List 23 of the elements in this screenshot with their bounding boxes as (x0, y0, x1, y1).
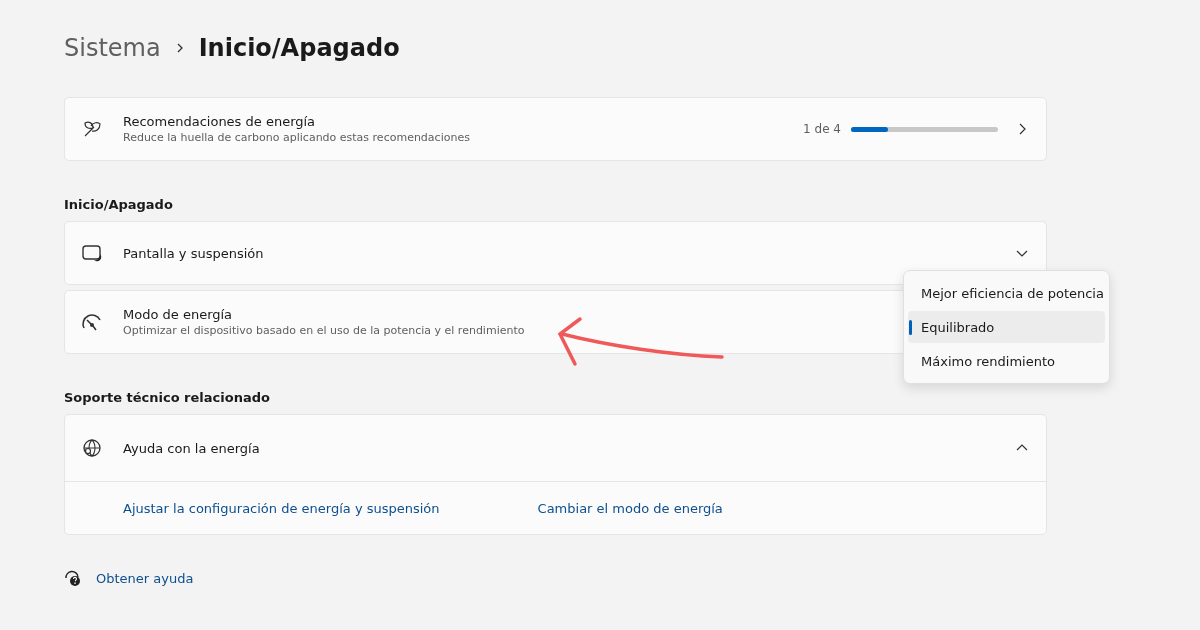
recommendations-card[interactable]: Recomendaciones de energía Reduce la huella de carbono aplicando estas recomendaciones 1 de 4 (64, 97, 1047, 161)
section-heading: Inicio/Apagado (64, 197, 174, 212)
gauge-icon (81, 311, 103, 333)
card-title: Recomendaciones de energía (123, 114, 316, 129)
globe-search-icon (81, 437, 103, 459)
card-title: Pantalla y suspensión (123, 245, 264, 261)
menu-option[interactable]: Equilibrado (908, 311, 1105, 343)
get-help-link[interactable]: Obtener ayuda (96, 570, 194, 586)
help-header[interactable]: Ayuda con la energía (65, 415, 1046, 481)
section-heading: Soporte técnico relacionado (64, 390, 271, 405)
screen-sleep-card[interactable]: Pantalla y suspensión (64, 221, 1047, 285)
menu-option[interactable]: Máximo rendimiento (908, 345, 1105, 377)
progress-count: 1 de 4 (803, 122, 841, 136)
breadcrumb-parent[interactable]: Sistema (64, 34, 161, 62)
card-title: Modo de energía (123, 307, 233, 322)
monitor-moon-icon (81, 242, 103, 264)
card-subtitle: Reduce la huella de carbono aplicando estas recomendaciones (123, 131, 470, 144)
card-subtitle: Optimizar el dispositivo basado en el uso de la potencia y el rendimiento (123, 324, 525, 337)
help-icon (64, 569, 82, 587)
help-link[interactable]: Cambiar el modo de energía (537, 501, 723, 516)
page-title: Inicio/Apagado (198, 34, 400, 62)
help-link[interactable]: Ajustar la configuración de energía y suspensión (123, 501, 440, 516)
card-title: Ayuda con la energía (123, 440, 260, 456)
